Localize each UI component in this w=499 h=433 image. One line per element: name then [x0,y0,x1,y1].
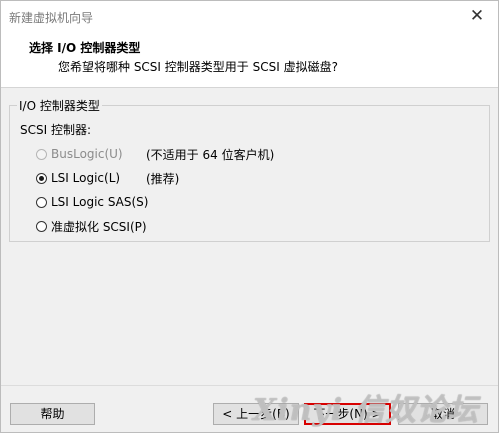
radio-lsi-logic[interactable]: LSI Logic(L) [36,168,120,188]
group-legend: I/O 控制器类型 [17,97,102,114]
page-title: 选择 I/O 控制器类型 [29,41,141,55]
help-button[interactable]: 帮助 [10,403,95,425]
radio-label[interactable]: 准虚拟化 SCSI(P) [51,218,147,235]
next-button[interactable]: 下一步(N) > [304,403,391,425]
radio-note: (不适用于 64 位客户机) [146,148,275,162]
radio-buslogic: BusLogic(U) [36,144,123,164]
page-subtitle: 您希望将哪种 SCSI 控制器类型用于 SCSI 虚拟磁盘? [58,60,338,74]
back-button[interactable]: < 上一步(B) [213,403,299,425]
radio-indicator[interactable] [36,172,47,184]
radio-label: BusLogic(U) [51,147,123,161]
window-title: 新建虚拟机向导 [9,11,94,25]
scsi-controller-label: SCSI 控制器: [20,123,92,137]
title-bar: 新建虚拟机向导 ✕ [1,1,498,31]
wizard-header: 选择 I/O 控制器类型 您希望将哪种 SCSI 控制器类型用于 SCSI 虚拟… [1,31,498,88]
radio-lsi-logic-sas[interactable]: LSI Logic SAS(S) [36,192,148,212]
radio-label[interactable]: LSI Logic(L) [51,171,120,185]
radio-label[interactable]: LSI Logic SAS(S) [51,195,148,209]
radio-indicator [36,148,47,160]
close-icon[interactable]: ✕ [464,3,490,29]
cancel-button[interactable]: 取消 [398,403,488,425]
radio-note: (推荐) [146,172,180,186]
io-controller-group: I/O 控制器类型 SCSI 控制器: BusLogic(U) (不适用于 64… [9,97,490,242]
radio-indicator[interactable] [36,220,47,232]
radio-indicator[interactable] [36,196,47,208]
footer-divider [1,385,498,386]
wizard-window: 新建虚拟机向导 ✕ 选择 I/O 控制器类型 您希望将哪种 SCSI 控制器类型… [0,0,499,433]
radio-pvscsi[interactable]: 准虚拟化 SCSI(P) [36,216,147,236]
